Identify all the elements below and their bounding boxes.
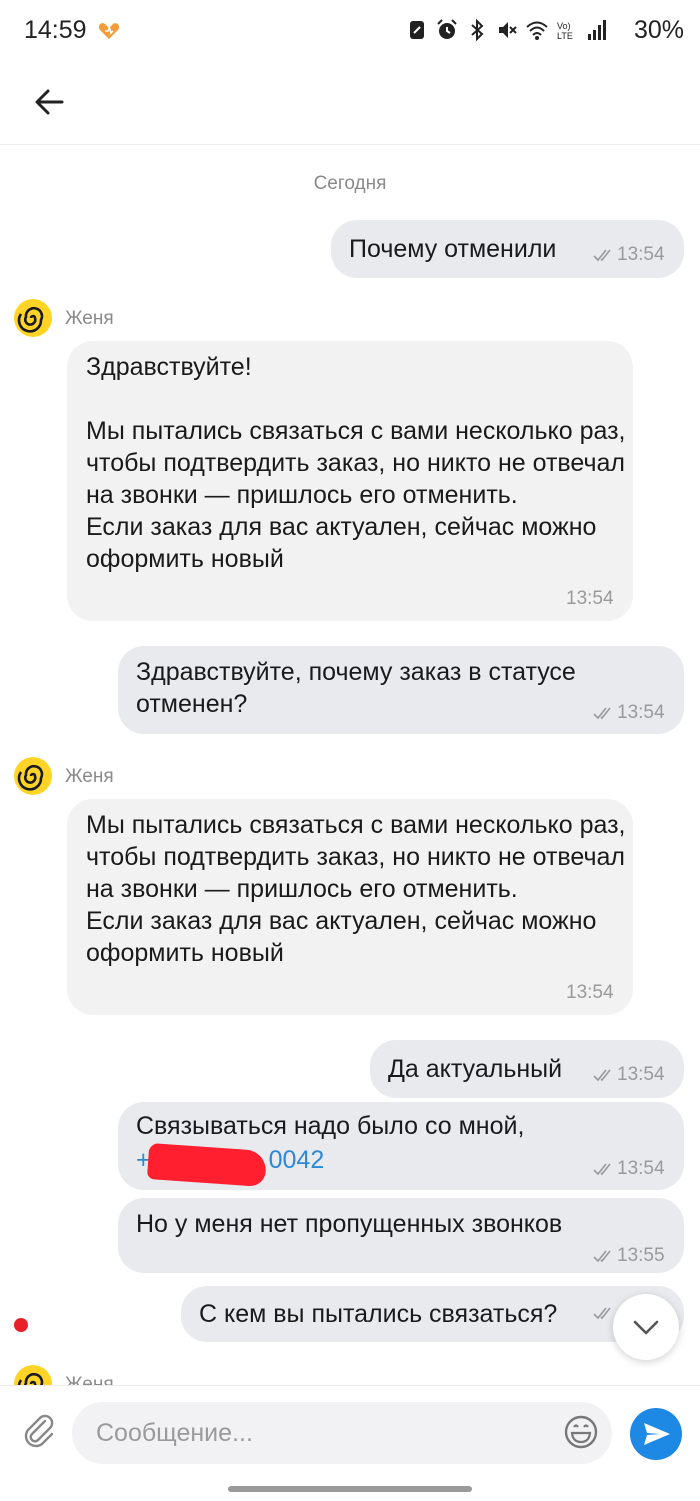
svg-text:LTE: LTE [557, 31, 573, 41]
paperclip-icon[interactable] [22, 1412, 56, 1448]
bluetooth-icon [471, 18, 484, 42]
outgoing-message[interactable]: Почему отменили 13:54 [331, 220, 684, 278]
message-time: 13:55 [593, 1240, 665, 1272]
message-time: 13:54 [566, 588, 614, 609]
message-text: Но у меня нет пропущенных звонков [136, 1210, 563, 1238]
message-time: 13:54 [566, 982, 614, 1003]
outgoing-message[interactable]: Связываться надо было со мной, +0042 13:… [118, 1102, 684, 1190]
message-text: Да актуальный [388, 1055, 563, 1083]
spiral-logo-icon [17, 764, 44, 791]
double-check-icon [593, 1250, 611, 1263]
scroll-down-button[interactable] [613, 1294, 679, 1360]
message-text: Почему отменили [349, 235, 557, 263]
chat-header [0, 64, 700, 145]
double-check-icon [593, 1069, 611, 1082]
message-input[interactable] [72, 1402, 612, 1464]
outgoing-message[interactable]: Здравствуйте, почему заказ в статусе отм… [118, 646, 684, 734]
double-check-icon [593, 1307, 611, 1320]
svg-text:Vo): Vo) [557, 21, 571, 31]
double-check-icon [593, 707, 611, 720]
mute-icon [499, 22, 517, 38]
send-button[interactable] [630, 1408, 682, 1460]
message-text: Мы пытались связаться с вами несколько р… [86, 811, 626, 967]
redaction-mark [146, 1142, 268, 1188]
outgoing-message[interactable]: Но у меня нет пропущенных звонков 13:55 [118, 1198, 684, 1273]
battery-level: 30% [633, 16, 684, 44]
alarm-icon [437, 19, 457, 39]
incoming-message[interactable]: Здравствуйте! Мы пытались связаться с ва… [67, 341, 633, 621]
double-check-icon [593, 249, 611, 262]
emoji-icon[interactable] [563, 1414, 599, 1450]
message-time: 13:54 [593, 1059, 665, 1091]
spiral-logo-icon [17, 306, 44, 333]
arrow-left-icon[interactable] [30, 82, 70, 122]
volte-icon: Vo)LTE [557, 21, 573, 41]
message-time [593, 1306, 615, 1320]
message-time: 13:54 [593, 697, 665, 729]
sender-name: Женя [65, 308, 114, 329]
outgoing-message[interactable]: С кем вы пытались связаться? [181, 1286, 684, 1342]
message-composer [0, 1385, 700, 1476]
notification-dot [14, 1318, 28, 1332]
incoming-message[interactable]: Мы пытались связаться с вами несколько р… [67, 799, 633, 1015]
date-separator: Сегодня [313, 173, 387, 194]
signal-icon [588, 20, 606, 40]
sender-name: Женя [65, 1374, 114, 1385]
message-text: С кем вы пытались связаться? [199, 1300, 558, 1328]
status-icons: Vo) LTE [406, 18, 608, 42]
outgoing-message[interactable]: Да актуальный 13:54 [370, 1040, 684, 1098]
heart-icon [98, 23, 120, 39]
message-time: 13:54 [593, 1153, 665, 1185]
message-time: 13:54 [593, 239, 665, 271]
avatar[interactable] [14, 757, 52, 795]
send-icon [644, 1423, 670, 1445]
message-list[interactable]: Сегодня Почему отменили 13:54 Женя Здрав… [0, 145, 700, 1385]
wifi-icon [526, 21, 548, 40]
status-time: 14:59 [24, 16, 87, 44]
message-text: Здравствуйте! Мы пытались связаться с ва… [86, 353, 626, 573]
spiral-logo-icon [17, 1372, 44, 1385]
double-check-icon [593, 1163, 611, 1176]
home-indicator[interactable] [228, 1486, 472, 1492]
message-text: Связываться надо было со мной, [136, 1112, 525, 1140]
message-text: Здравствуйте, почему заказ в статусе отм… [136, 658, 583, 718]
avatar[interactable] [14, 299, 52, 337]
avatar[interactable] [14, 1365, 52, 1385]
status-bar: 14:59 Vo) LTE 30% [0, 0, 700, 64]
sender-name: Женя [65, 766, 114, 787]
chevron-down-icon [633, 1320, 659, 1335]
nfc-icon [410, 21, 424, 39]
